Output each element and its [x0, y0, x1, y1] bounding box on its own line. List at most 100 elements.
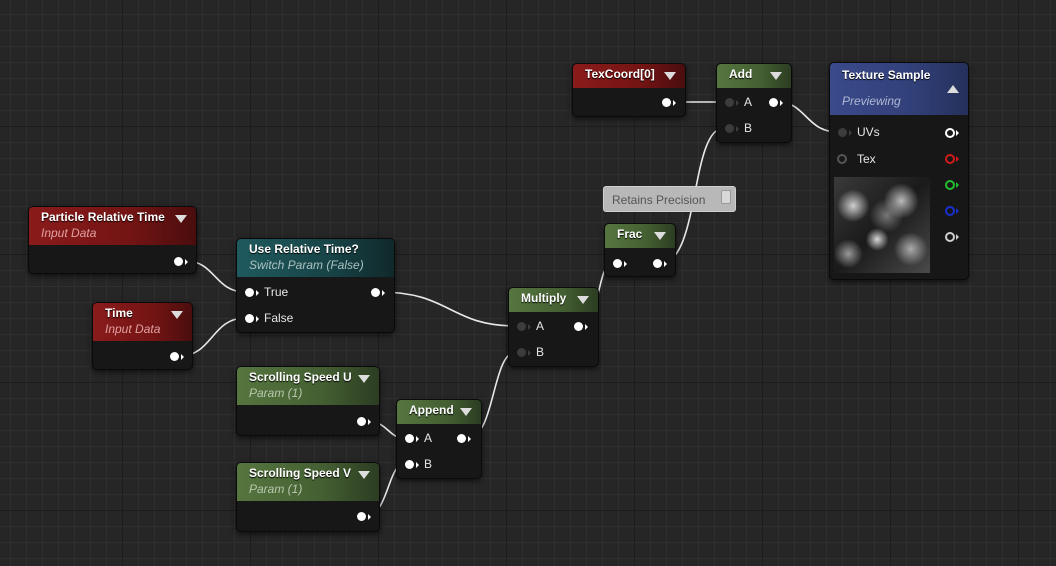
output-pin[interactable] — [170, 352, 179, 361]
node-add[interactable]: Add A B — [716, 63, 792, 143]
input-pin-true[interactable] — [245, 288, 254, 297]
output-pin[interactable] — [457, 434, 466, 443]
output-pin-alpha[interactable] — [945, 232, 955, 242]
pin-arrow-icon — [956, 130, 959, 136]
node-header: Particle Relative Time Input Data — [29, 207, 196, 245]
output-pin[interactable] — [357, 512, 366, 521]
node-title: Time — [105, 306, 133, 320]
node-title: Add — [729, 67, 753, 81]
node-subtitle: Param (1) — [249, 386, 303, 400]
node-texcoord[interactable]: TexCoord[0] — [572, 63, 686, 117]
node-header: Multiply — [509, 288, 598, 312]
node-subtitle: Switch Param (False) — [249, 258, 364, 272]
output-pin[interactable] — [653, 259, 662, 268]
output-pin[interactable] — [371, 288, 380, 297]
node-title: Particle Relative Time — [41, 210, 165, 224]
pin-arrow-icon — [956, 182, 959, 188]
output-pin[interactable] — [662, 98, 671, 107]
output-pin-red[interactable] — [945, 154, 955, 164]
input-pin-b[interactable] — [517, 348, 526, 357]
node-multiply[interactable]: Multiply A B — [508, 287, 599, 367]
node-header: Time Input Data — [93, 303, 192, 341]
wire-switch-to-multiply-a — [379, 291, 517, 327]
output-pin[interactable] — [174, 257, 183, 266]
output-pin[interactable] — [769, 98, 778, 107]
input-pin-b[interactable] — [405, 460, 414, 469]
pin-label-a: A — [744, 95, 753, 109]
input-pin[interactable] — [613, 259, 622, 268]
node-title: Use Relative Time? — [249, 242, 359, 256]
pin-arrow-icon — [368, 419, 371, 425]
pin-arrow-icon — [673, 100, 676, 106]
pin-label-b: B — [536, 345, 545, 359]
node-scrolling-speed-u[interactable]: Scrolling Speed U Param (1) — [236, 366, 380, 436]
collapse-arrow-icon[interactable] — [171, 311, 183, 319]
collapse-arrow-icon[interactable] — [947, 85, 959, 93]
collapse-arrow-icon[interactable] — [654, 232, 666, 240]
pin-label-b: B — [744, 121, 753, 135]
input-pin-uvs[interactable] — [838, 128, 847, 137]
node-title: Scrolling Speed U — [249, 370, 352, 384]
pin-label-uvs: UVs — [857, 125, 880, 139]
pin-arrow-icon — [736, 126, 739, 132]
pin-arrow-icon — [368, 514, 371, 520]
node-title: Append — [409, 403, 454, 417]
collapse-arrow-icon[interactable] — [358, 471, 370, 479]
node-subtitle: Input Data — [41, 226, 97, 240]
comment-bubble[interactable]: Retains Precision — [603, 186, 736, 212]
node-use-relative-time[interactable]: Use Relative Time? Switch Param (False) … — [236, 238, 395, 333]
node-time[interactable]: Time Input Data — [92, 302, 193, 370]
node-header: Scrolling Speed V Param (1) — [237, 463, 379, 501]
output-pin[interactable] — [357, 417, 366, 426]
collapse-arrow-icon[interactable] — [577, 296, 589, 304]
node-subtitle: Input Data — [105, 322, 161, 336]
collapse-arrow-icon[interactable] — [664, 72, 676, 80]
node-frac[interactable]: Frac — [604, 223, 676, 277]
node-append[interactable]: Append A B — [396, 399, 482, 479]
pin-label-a: A — [424, 431, 433, 445]
collapse-arrow-icon[interactable] — [358, 375, 370, 383]
output-pin[interactable] — [574, 322, 583, 331]
node-particle-relative-time[interactable]: Particle Relative Time Input Data — [28, 206, 197, 274]
pin-arrow-icon — [382, 290, 385, 296]
node-title: Texture Sample — [842, 68, 931, 82]
pin-label-true: True — [264, 285, 289, 299]
node-header: Use Relative Time? Switch Param (False) — [237, 239, 394, 277]
pin-arrow-icon — [956, 208, 959, 214]
collapse-arrow-icon[interactable] — [460, 408, 472, 416]
pin-arrow-icon — [956, 156, 959, 162]
pin-arrow-icon — [956, 234, 959, 240]
pin-label-b: B — [424, 457, 433, 471]
input-pin-a[interactable] — [517, 322, 526, 331]
input-pin-false[interactable] — [245, 314, 254, 323]
pin-label-tex: Tex — [857, 152, 876, 166]
comment-text: Retains Precision — [612, 193, 706, 207]
input-pin-a[interactable] — [725, 98, 734, 107]
input-pin-b[interactable] — [725, 124, 734, 133]
output-pin-blue[interactable] — [945, 206, 955, 216]
collapse-arrow-icon[interactable] — [770, 72, 782, 80]
node-header: Add — [717, 64, 791, 88]
pin-arrow-icon — [416, 462, 419, 468]
node-header: TexCoord[0] — [573, 64, 685, 88]
node-scrolling-speed-v[interactable]: Scrolling Speed V Param (1) — [236, 462, 380, 532]
collapse-arrow-icon[interactable] — [175, 215, 187, 223]
input-pin-a[interactable] — [405, 434, 414, 443]
input-pin-tex[interactable] — [837, 154, 847, 164]
pin-arrow-icon — [416, 436, 419, 442]
pin-arrow-icon — [528, 350, 531, 356]
node-title: Scrolling Speed V — [249, 466, 352, 480]
pin-arrow-icon — [780, 100, 783, 106]
pin-arrow-icon — [528, 324, 531, 330]
pin-comment-icon[interactable] — [721, 190, 731, 204]
node-header: Frac — [605, 224, 675, 248]
pin-arrow-icon — [468, 436, 471, 442]
node-subtitle: Previewing — [842, 94, 901, 108]
pin-arrow-icon — [736, 100, 739, 106]
node-header: Scrolling Speed U Param (1) — [237, 367, 379, 405]
pin-arrow-icon — [181, 354, 184, 360]
output-pin-green[interactable] — [945, 180, 955, 190]
output-pin-rgb[interactable] — [945, 128, 955, 138]
node-header: Append — [397, 400, 481, 424]
node-title: Frac — [617, 227, 643, 241]
